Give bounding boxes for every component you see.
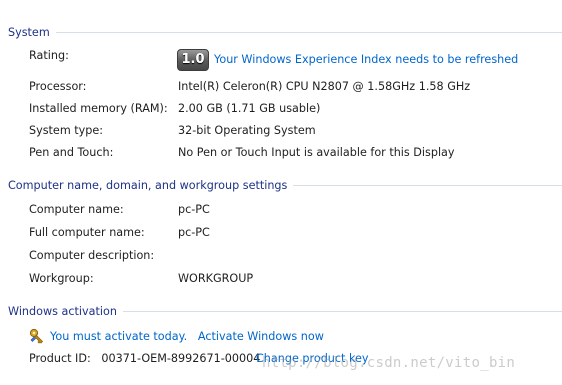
computer-name-label: Computer name: <box>29 203 124 216</box>
rating-label: Rating: <box>29 49 69 62</box>
system-type-value: 32-bit Operating System <box>178 124 316 137</box>
section-divider <box>55 32 562 33</box>
computer-description-label: Computer description: <box>29 249 155 262</box>
product-id-label: Product ID: <box>29 352 91 365</box>
activation-section-title: Windows activation <box>8 304 117 318</box>
full-computer-name-label: Full computer name: <box>29 226 145 239</box>
computer-section-title: Computer name, domain, and workgroup set… <box>8 178 288 192</box>
product-id-row: Product ID: 00371-OEM-8992671-00004 <box>29 351 260 367</box>
full-computer-name-value: pc-PC <box>178 226 210 239</box>
pen-touch-value: No Pen or Touch Input is available for t… <box>178 146 455 159</box>
workgroup-label: Workgroup: <box>29 272 94 285</box>
pen-touch-label: Pen and Touch: <box>29 146 114 159</box>
activate-windows-link[interactable]: Activate Windows now <box>198 330 324 343</box>
section-divider <box>293 185 562 186</box>
processor-value: Intel(R) Celeron(R) CPU N2807 @ 1.58GHz … <box>178 80 471 93</box>
workgroup-value: WORKGROUP <box>178 272 254 285</box>
computer-name-value: pc-PC <box>178 203 210 216</box>
watermark-text: http://blog.csdn.net/vito_bin <box>262 355 516 371</box>
activation-message[interactable]: You must activate today. <box>50 330 187 343</box>
computer-section-header: Computer name, domain, and workgroup set… <box>8 177 562 193</box>
memory-value: 2.00 GB (1.71 GB usable) <box>178 102 321 115</box>
experience-index-link[interactable]: Your Windows Experience Index needs to b… <box>214 52 518 68</box>
key-icon <box>29 328 45 344</box>
activation-section-header: Windows activation <box>8 303 562 319</box>
system-section-title: System <box>8 25 50 39</box>
processor-label: Processor: <box>29 80 87 93</box>
system-section-header: System <box>8 24 562 40</box>
product-id-value: 00371-OEM-8992671-00004 <box>101 352 261 365</box>
section-divider <box>122 311 562 312</box>
system-type-label: System type: <box>29 124 104 137</box>
experience-index-badge[interactable]: 1.0 <box>177 49 209 71</box>
activation-status: You must activate today. Activate Window… <box>50 329 324 345</box>
memory-label: Installed memory (RAM): <box>29 102 168 115</box>
